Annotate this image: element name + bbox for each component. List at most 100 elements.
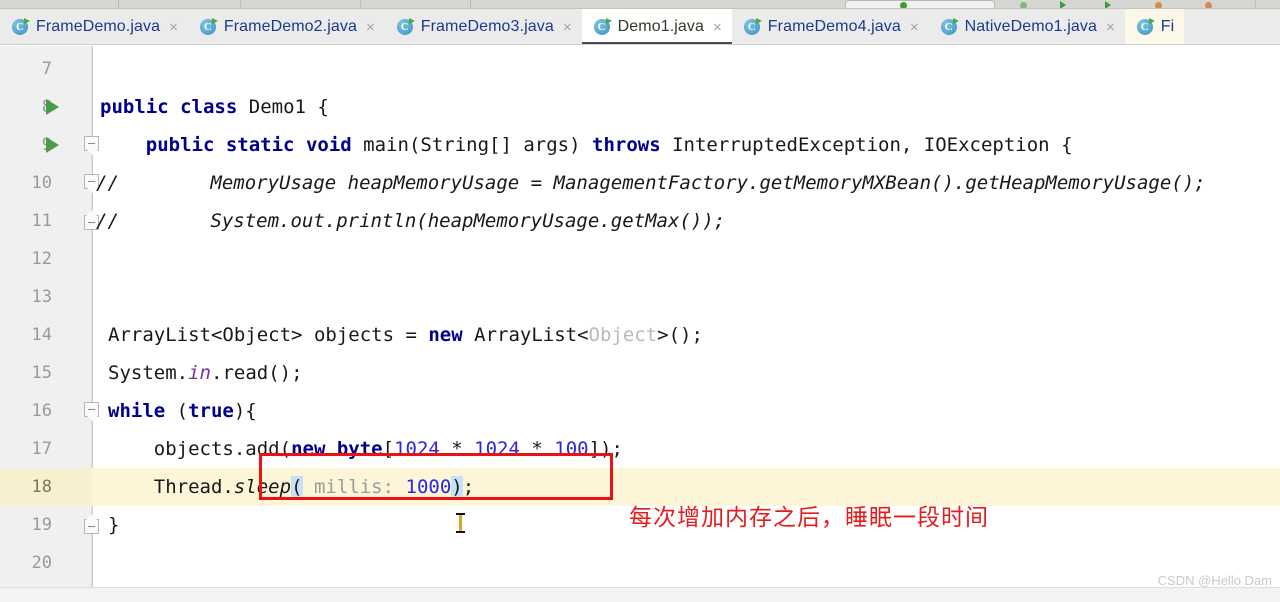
ide-window: C FrameDemo.java × C FrameDemo2.java × C…: [0, 0, 1280, 602]
tab-label: Fi: [1160, 18, 1175, 35]
line-number: 19: [31, 515, 52, 535]
code-line[interactable]: 8 public class Demo1 {: [0, 88, 1280, 126]
token-class: System: [108, 362, 177, 384]
code-line[interactable]: 12: [0, 240, 1280, 278]
fold-marker[interactable]: [84, 136, 99, 151]
token-keyword: public: [145, 134, 215, 156]
java-class-icon: C: [396, 17, 415, 36]
play-triangle-icon[interactable]: [1060, 1, 1066, 8]
watermark: CSDN @Hello Dam: [1157, 573, 1272, 588]
close-icon[interactable]: ×: [169, 20, 178, 35]
token-class: Thread: [153, 476, 223, 498]
play-triangle-icon[interactable]: [1105, 1, 1111, 8]
run-class-gutter-icon[interactable]: [46, 99, 59, 115]
code-line[interactable]: 10 // MemoryUsage heapMemoryUsage = Mana…: [0, 164, 1280, 202]
toolbar-separator: [470, 0, 471, 8]
toolbar-separator: [360, 0, 361, 8]
token-method: read: [222, 362, 269, 384]
line-content: }: [108, 514, 120, 536]
token-exception: IOException: [923, 134, 1050, 156]
line-number: 20: [31, 553, 52, 573]
code-line[interactable]: 16 while (true){: [0, 392, 1280, 430]
line-content: while (true){: [108, 400, 257, 422]
tab-label: Demo1.java: [617, 18, 704, 35]
code-line[interactable]: 20: [0, 544, 1280, 582]
tab-label: FrameDemo3.java: [420, 18, 554, 35]
token-classname: Demo1: [248, 96, 306, 118]
editor-tab-framedemo[interactable]: C FrameDemo.java ×: [0, 9, 188, 44]
token-var: objects: [153, 438, 234, 460]
editor-tab-bar[interactable]: C FrameDemo.java × C FrameDemo2.java × C…: [0, 9, 1280, 45]
java-class-icon: C: [12, 17, 30, 36]
fold-marker[interactable]: [84, 402, 99, 417]
token-keyword: void: [305, 134, 352, 156]
tab-label: NativeDemo1.java: [964, 18, 1097, 35]
fold-marker[interactable]: [84, 519, 99, 534]
line-number: 12: [31, 249, 52, 269]
java-class-icon: C: [743, 17, 762, 36]
line-content: System.in.read();: [108, 362, 303, 384]
token-keyword: static: [225, 134, 295, 156]
toolbar-separator: [118, 0, 119, 8]
code-line[interactable]: 11 // System.out.println(heapMemoryUsage…: [0, 202, 1280, 240]
editor-tab-partial[interactable]: C Fi: [1124, 9, 1185, 44]
token-type: ArrayList: [108, 324, 211, 346]
close-icon[interactable]: ×: [910, 20, 919, 35]
run-button-icon[interactable]: [900, 2, 907, 8]
token-keyword: class: [180, 96, 238, 118]
line-number: 14: [31, 325, 52, 345]
token-type: String[]: [420, 134, 512, 156]
line-content-comment: // MemoryUsage heapMemoryUsage = Managem…: [96, 172, 1206, 194]
code-line[interactable]: 13: [0, 278, 1280, 316]
line-content: ArrayList<Object> objects = new ArrayLis…: [108, 324, 703, 346]
line-content: public static void main(String[] args) t…: [145, 134, 1073, 156]
ide-toolbar-strip: [0, 0, 1280, 9]
annotation-note: 每次增加内存之后，睡眠一段时间: [629, 505, 989, 531]
code-line[interactable]: 9 public static void main(String[] args)…: [0, 126, 1280, 164]
token-var: objects: [313, 324, 395, 346]
code-line[interactable]: 14 ArrayList<Object> objects = new Array…: [0, 316, 1280, 354]
close-icon[interactable]: ×: [1106, 20, 1115, 35]
token-generic-dim: Object: [588, 324, 658, 346]
code-line[interactable]: 7: [0, 50, 1280, 88]
editor-tab-framedemo2[interactable]: C FrameDemo2.java ×: [188, 9, 385, 44]
run-configuration-dropdown[interactable]: [845, 0, 995, 8]
tab-label: FrameDemo2.java: [223, 18, 357, 35]
token-keyword: true: [188, 400, 234, 422]
close-icon[interactable]: ×: [563, 20, 572, 35]
toolbar-separator: [240, 0, 241, 8]
token-field: in: [188, 362, 211, 384]
line-content-comment: // System.out.println(heapMemoryUsage.ge…: [96, 210, 726, 232]
java-class-icon: C: [593, 17, 612, 36]
profiler-button-icon[interactable]: [1205, 2, 1212, 8]
editor-tab-framedemo3[interactable]: C FrameDemo3.java ×: [385, 9, 582, 44]
token-keyword: public: [100, 96, 169, 118]
line-content: public class Demo1 {: [100, 96, 329, 118]
line-number: 18: [31, 477, 52, 497]
line-number: 9: [41, 135, 52, 155]
close-icon[interactable]: ×: [366, 20, 375, 35]
editor-tab-nativedemo1[interactable]: C NativeDemo1.java ×: [929, 9, 1125, 44]
run-method-gutter-icon[interactable]: [46, 137, 59, 153]
tab-label: FrameDemo.java: [36, 18, 161, 35]
line-number: 8: [41, 97, 52, 117]
close-icon[interactable]: ×: [713, 20, 722, 35]
code-line[interactable]: 17 objects.add(new byte[1024 * 1024 * 10…: [0, 430, 1280, 468]
red-highlight-box: [259, 453, 613, 500]
line-number: 11: [31, 211, 52, 231]
bottom-strip: [0, 587, 1280, 602]
editor-tab-framedemo4[interactable]: C FrameDemo4.java ×: [732, 9, 929, 44]
code-line[interactable]: 15 System.in.read();: [0, 354, 1280, 392]
debug-button-icon[interactable]: [1020, 2, 1027, 8]
tab-label: FrameDemo4.java: [767, 18, 901, 35]
editor-tab-demo1-active[interactable]: C Demo1.java ×: [581, 9, 732, 44]
token-keyword: while: [108, 400, 166, 422]
line-number: 17: [31, 439, 52, 459]
coverage-button-icon[interactable]: [1155, 2, 1162, 8]
toolbar-separator: [1255, 0, 1256, 8]
line-number: 16: [31, 401, 52, 421]
line-number: 15: [31, 363, 52, 383]
token-keyword: new: [428, 324, 463, 346]
token-keyword: throws: [592, 134, 661, 156]
line-number: 7: [41, 59, 52, 79]
